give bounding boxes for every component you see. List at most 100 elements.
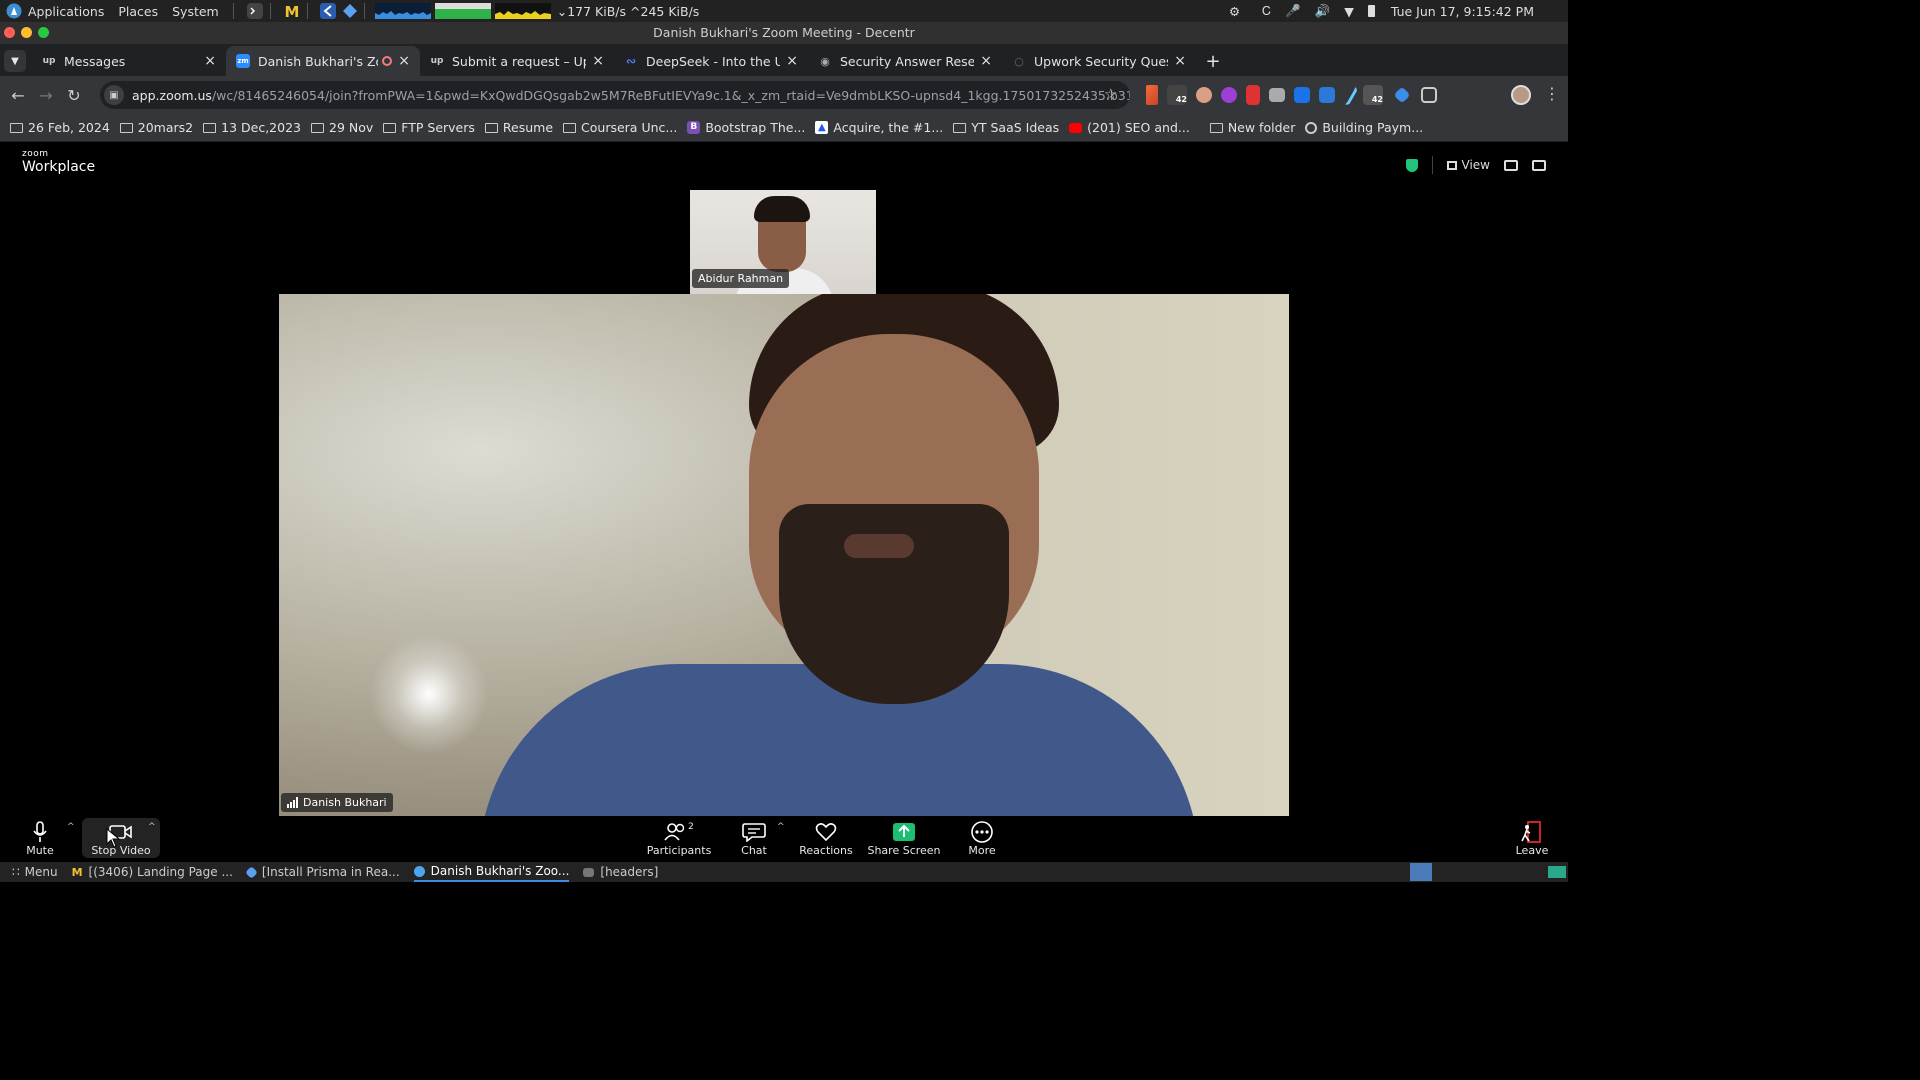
participant-thumbnail-video[interactable]: Abidur Rahman — [690, 190, 876, 294]
leave-label: Leave — [1515, 844, 1549, 857]
bookmark-folder[interactable]: 20mars2 — [119, 120, 193, 135]
extensions-puzzle-icon[interactable] — [1421, 87, 1437, 103]
heart-icon — [815, 820, 837, 844]
applications-menu[interactable]: Applications — [6, 3, 104, 19]
extension-pen-icon[interactable] — [1339, 83, 1359, 107]
forward-button[interactable]: → — [32, 86, 60, 105]
bookmark-folder[interactable]: YT SaaS Ideas — [953, 120, 1059, 135]
tab-security-reset[interactable]: ◉ Security Answer Reset Help × — [808, 46, 1002, 76]
gmail-launcher[interactable]: M — [283, 2, 301, 20]
picture-in-picture-icon[interactable] — [1504, 159, 1518, 171]
extension-bookmark-icon[interactable] — [1246, 85, 1260, 105]
bookmark-link[interactable]: B Bootstrap The... — [687, 120, 805, 135]
bookmark-folder[interactable]: 26 Feb, 2024 — [10, 120, 110, 135]
close-window-button[interactable] — [4, 27, 15, 38]
extension-cookie-icon[interactable] — [1196, 87, 1212, 103]
tab-label: Submit a request – Upwork — [452, 53, 586, 69]
tab-zoom-meeting[interactable]: zm Danish Bukhari's Zoom × — [226, 46, 420, 76]
taskbar-item-folder[interactable]: [headers] — [583, 865, 658, 879]
taskbar-item-zoom[interactable]: Danish Bukhari's Zoo... — [413, 862, 570, 882]
main-speaker-video[interactable]: Danish Bukhari — [279, 294, 1289, 816]
leave-door-icon — [1520, 820, 1544, 844]
more-button[interactable]: More — [942, 820, 1022, 857]
maximize-window-button[interactable] — [38, 27, 49, 38]
bookmark-link[interactable]: ▲ Acquire, the #1... — [815, 120, 943, 135]
vscode-launcher[interactable] — [319, 3, 336, 19]
zoom-header: zoom Workplace View — [0, 142, 1568, 188]
close-tab-icon[interactable]: × — [980, 53, 992, 69]
extension-blue-icon[interactable] — [1294, 87, 1310, 103]
bookmark-star-icon[interactable]: ☆ — [1104, 85, 1117, 103]
wifi-icon[interactable]: ▼ — [1344, 4, 1354, 19]
reactions-button[interactable]: Reactions — [786, 820, 866, 857]
window-title-bar: Danish Bukhari's Zoom Meeting - Decentr — [0, 22, 1568, 44]
minimize-window-button[interactable] — [21, 27, 32, 38]
extension-purple-icon[interactable] — [1221, 87, 1237, 103]
participants-button[interactable]: 2 Participants — [639, 820, 719, 857]
fullscreen-icon[interactable] — [1532, 159, 1546, 171]
audio-options-caret-icon[interactable]: ^ — [67, 822, 75, 832]
taskbar-item-vscode[interactable]: [Install Prisma in Rea... — [245, 865, 400, 879]
net-down-value: 177 KiB/s — [567, 3, 627, 19]
tab-messages[interactable]: up Messages × — [32, 46, 226, 76]
close-tab-icon[interactable]: × — [204, 53, 216, 69]
extension-diamond-icon[interactable] — [1393, 86, 1411, 104]
close-tab-icon[interactable]: × — [786, 53, 798, 69]
down-arrow-icon: ⌄ — [556, 3, 568, 19]
extension-badge-2-icon[interactable]: 42 — [1363, 85, 1383, 105]
bookmark-folder[interactable]: Resume — [484, 120, 553, 135]
app-launcher[interactable] — [342, 3, 358, 19]
battery-icon[interactable] — [1367, 5, 1375, 17]
close-tab-icon[interactable]: × — [592, 53, 604, 69]
close-tab-icon[interactable]: × — [398, 53, 410, 69]
reload-button[interactable]: ↻ — [60, 86, 88, 105]
taskbar-item-gmail[interactable]: M [(3406) Landing Page ... — [72, 865, 233, 879]
tab-label: Messages — [64, 53, 126, 69]
leave-button[interactable]: Leave — [1492, 820, 1572, 857]
extension-calendar-icon[interactable]: 42 — [1167, 85, 1187, 105]
bookmark-folder[interactable]: Coursera Unc... — [563, 120, 677, 135]
view-button[interactable]: View — [1446, 158, 1490, 172]
bluetooth-icon[interactable]: Ꮯ — [1262, 3, 1271, 19]
reload-icon: ↻ — [67, 85, 81, 105]
chat-options-caret-icon[interactable]: ^ — [777, 822, 785, 832]
address-bar[interactable]: ▣ app.zoom.us/wc/81465246054/join?fromPW… — [100, 81, 1130, 109]
bookmark-link[interactable]: (201) SEO and... — [1069, 120, 1190, 135]
extension-fi-icon[interactable] — [1319, 87, 1335, 103]
browser-toolbar: ← → ↻ ▣ app.zoom.us/wc/81465246054/join?… — [0, 76, 1568, 114]
browser-menu-icon[interactable]: ⋮ — [1544, 84, 1560, 103]
settings-tray-icon[interactable]: ⚙ — [1229, 4, 1240, 19]
participants-label: Participants — [646, 844, 712, 857]
workspace-switcher-2[interactable] — [1548, 866, 1566, 878]
extension-camera-icon[interactable] — [1269, 88, 1285, 102]
tab-search-button[interactable]: ▼ — [4, 50, 26, 72]
microphone-icon[interactable]: 🎤 — [1285, 3, 1301, 19]
encryption-shield-icon[interactable] — [1405, 158, 1418, 172]
start-menu-button[interactable]: ∷ Menu — [12, 865, 58, 879]
tab-upwork-security[interactable]: ○ Upwork Security Question × — [1002, 46, 1196, 76]
taskbar-item-label: [Install Prisma in Rea... — [261, 865, 400, 879]
bookmark-folder[interactable]: FTP Servers — [383, 120, 475, 135]
close-tab-icon[interactable]: × — [1174, 53, 1186, 69]
system-menu[interactable]: System — [172, 4, 219, 19]
profile-avatar[interactable] — [1511, 85, 1531, 105]
camera-permission-icon[interactable]: ▣ — [104, 85, 124, 105]
back-button[interactable]: ← — [4, 86, 32, 105]
tab-upwork-request[interactable]: up Submit a request – Upwork × — [420, 46, 614, 76]
clock[interactable]: Tue Jun 17, 9:15:42 PM — [1391, 4, 1534, 19]
video-options-caret-icon[interactable]: ^ — [148, 822, 156, 832]
places-menu[interactable]: Places — [118, 4, 158, 19]
tab-label: Danish Bukhari's Zoom — [258, 53, 378, 69]
extension-1-icon[interactable] — [1146, 85, 1158, 105]
bookmark-folder[interactable]: 29 Nov — [311, 120, 373, 135]
share-screen-button[interactable]: Share Screen — [864, 820, 944, 857]
bookmark-link[interactable]: Building Paym... — [1305, 120, 1423, 135]
tab-deepseek[interactable]: ∾ DeepSeek - Into the Unknown × — [614, 46, 808, 76]
volume-icon[interactable]: 🔊 — [1315, 3, 1331, 19]
bookmark-folder[interactable]: New folder — [1209, 120, 1295, 135]
new-tab-button[interactable]: + — [1196, 46, 1230, 76]
workspace-switcher-1[interactable] — [1410, 863, 1432, 881]
bookmark-folder[interactable]: 13 Dec,2023 — [203, 120, 301, 135]
stop-video-label: Stop Video — [91, 844, 151, 857]
terminal-launcher[interactable] — [246, 2, 264, 20]
